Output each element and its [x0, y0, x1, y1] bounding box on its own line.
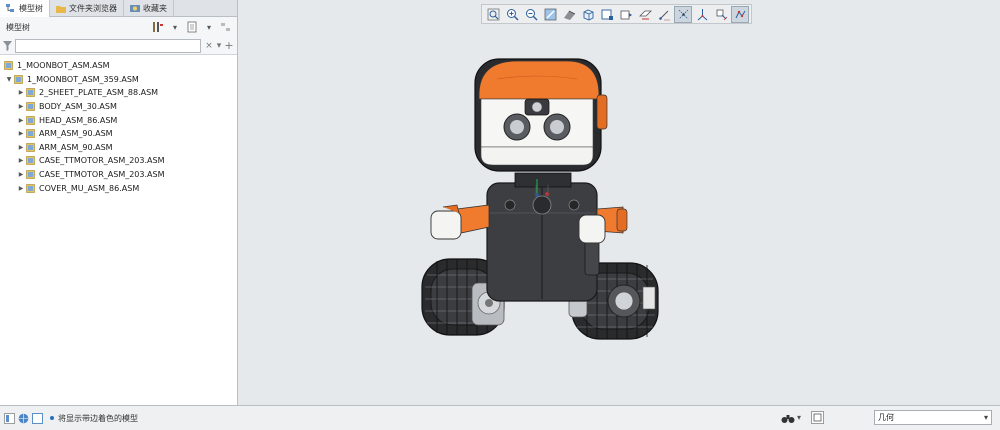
expand-arrow-icon[interactable]: ▶: [16, 185, 26, 192]
expand-arrow-icon[interactable]: ▶: [16, 89, 26, 96]
favorites-icon: [130, 5, 140, 12]
tab-model-tree[interactable]: 模型树: [0, 0, 50, 17]
tree-row-label: HEAD_ASM_86.ASM: [39, 115, 118, 125]
section-icon[interactable]: [636, 6, 654, 23]
tree-row[interactable]: ▶ ARM_ASM_90.ASM: [0, 141, 237, 155]
tab-label: 收藏夹: [143, 4, 167, 13]
model-tree-toolbar: 模型树 ▾ ▾: [0, 17, 237, 37]
tree-row[interactable]: ▶ ARM_ASM_90.ASM: [0, 127, 237, 141]
named-view-icon[interactable]: [598, 6, 616, 23]
tree-row-label: 1_MOONBOT_ASM_359.ASM: [27, 74, 139, 84]
expand-arrow-icon[interactable]: ▶: [16, 117, 26, 124]
assembly-icon: [26, 143, 35, 152]
chevron-down-icon[interactable]: ▾: [168, 20, 182, 34]
tree-row[interactable]: ▶ COVER_MU_ASM_86.ASM: [0, 181, 237, 195]
filter-icon[interactable]: [3, 40, 12, 51]
tree-row-label: ARM_ASM_90.ASM: [39, 129, 113, 139]
chevron-down-icon[interactable]: ▾: [202, 20, 216, 34]
robot-head: [474, 58, 608, 172]
sketch-display-icon[interactable]: [655, 6, 673, 23]
selection-filter-dropdown[interactable]: 几何 ▾: [874, 410, 992, 425]
tree-search-input[interactable]: [15, 38, 201, 53]
assembly-icon: [26, 115, 35, 125]
tree-row[interactable]: ▶ CASE_TTMOTOR_ASM_203.ASM: [0, 154, 237, 168]
add-icon[interactable]: +: [224, 39, 234, 52]
clear-icon[interactable]: ×: [204, 41, 214, 51]
tree-settings-icon[interactable]: [151, 20, 165, 34]
chevron-down-icon: ▾: [983, 413, 988, 422]
zoom-in-icon[interactable]: [503, 6, 521, 23]
chevron-down-icon[interactable]: ▾: [214, 41, 224, 51]
robot-3d-model[interactable]: [417, 55, 662, 345]
binoculars-icon[interactable]: [781, 412, 795, 424]
assembly-icon: [26, 183, 35, 193]
assembly-icon: [26, 88, 35, 98]
tree-row[interactable]: ▼ 1_MOONBOT_ASM_359.ASM: [0, 73, 237, 87]
saved-views-icon[interactable]: [579, 6, 597, 23]
csys-display-icon[interactable]: [731, 5, 749, 23]
status-icons: [0, 412, 50, 424]
datum-axis-display-icon[interactable]: [693, 6, 711, 23]
expand-arrow-icon[interactable]: ▼: [4, 76, 14, 83]
show-icon[interactable]: [185, 20, 199, 34]
tab-label: 文件夹浏览器: [69, 4, 117, 13]
datum-plane-display-icon[interactable]: [674, 5, 692, 23]
zoom-out-icon[interactable]: [522, 6, 540, 23]
refit-icon[interactable]: [484, 6, 502, 23]
tree-row-label: COVER_MU_ASM_86.ASM: [39, 183, 140, 193]
display-style-icon[interactable]: [560, 6, 578, 23]
assembly-icon: [26, 102, 35, 111]
tree-row-label: CASE_TTMOTOR_ASM_203.ASM: [39, 170, 165, 180]
status-message-text: 将显示带边着色的模型: [58, 413, 138, 423]
view-manager-icon[interactable]: [617, 6, 635, 23]
datum-point-display-icon[interactable]: [712, 6, 730, 23]
tree-row[interactable]: ▶ CASE_TTMOTOR_ASM_203.ASM: [0, 168, 237, 182]
tree-row[interactable]: ▶ HEAD_ASM_86.ASM: [0, 113, 237, 127]
tab-favorites[interactable]: 收藏夹: [124, 0, 174, 17]
selection-filter-icon[interactable]: [811, 411, 824, 424]
assembly-icon: [4, 61, 13, 71]
assembly-icon: [26, 170, 35, 179]
tree-row-label: 1_MOONBOT_ASM.ASM: [17, 61, 110, 71]
assembly-icon: [14, 75, 23, 84]
tree-row-label: BODY_ASM_30.ASM: [39, 102, 117, 112]
tree-row-label: ARM_ASM_90.ASM: [39, 142, 113, 152]
app-window: 模型树 文件夹浏览器 收藏夹 模型树 ▾ ▾ × ▾ + 1_MOONBOT_A…: [0, 0, 1000, 430]
assembly-icon: [26, 129, 35, 139]
tree-row-label: 2_SHEET_PLATE_ASM_88.ASM: [39, 88, 159, 98]
status-right: ▾ 几何 ▾: [781, 410, 992, 425]
status-bar: 将显示带边着色的模型 ▾ 几何 ▾: [0, 405, 1000, 430]
folder-icon: [56, 6, 66, 13]
expand-arrow-icon[interactable]: ▶: [16, 171, 26, 178]
selection-filter-value: 几何: [878, 413, 894, 422]
graphics-toolbar: [481, 4, 752, 24]
tab-folder-browser[interactable]: 文件夹浏览器: [50, 0, 124, 17]
tree-row[interactable]: ▶ BODY_ASM_30.ASM: [0, 100, 237, 114]
find-tools: ▾: [781, 411, 824, 424]
left-arm: [430, 204, 490, 240]
expand-arrow-icon[interactable]: ▶: [16, 130, 26, 137]
full-screen-icon[interactable]: [32, 412, 43, 424]
repaint-icon[interactable]: [541, 6, 559, 23]
navigator-panel: 模型树 文件夹浏览器 收藏夹 模型树 ▾ ▾ × ▾ + 1_MOONBOT_A…: [0, 0, 238, 405]
expand-arrow-icon[interactable]: ▶: [16, 103, 26, 110]
navigator-tabs: 模型树 文件夹浏览器 收藏夹: [0, 0, 237, 17]
tree-row[interactable]: ▶ 2_SHEET_PLATE_ASM_88.ASM: [0, 86, 237, 100]
expand-arrow-icon[interactable]: ▶: [16, 144, 26, 151]
chevron-down-icon[interactable]: ▾: [797, 413, 801, 422]
tree-columns-icon[interactable]: [219, 20, 233, 34]
tab-label: 模型树: [19, 4, 43, 13]
assembly-icon: [26, 156, 35, 166]
tree-row-label: CASE_TTMOTOR_ASM_203.ASM: [39, 156, 165, 166]
filter-bar: × ▾ +: [0, 37, 237, 55]
status-message: 将显示带边着色的模型: [50, 413, 138, 424]
model-tree-icon: [6, 4, 14, 12]
navigator-toggle-icon[interactable]: [4, 412, 15, 424]
panel-title: 模型树: [6, 22, 30, 32]
tree-row[interactable]: 1_MOONBOT_ASM.ASM: [0, 59, 237, 73]
model-tree: 1_MOONBOT_ASM.ASM ▼ 1_MOONBOT_ASM_359.AS…: [0, 55, 237, 195]
status-bullet-icon: [50, 416, 54, 420]
browser-icon[interactable]: [18, 413, 29, 424]
expand-arrow-icon[interactable]: ▶: [16, 157, 26, 164]
